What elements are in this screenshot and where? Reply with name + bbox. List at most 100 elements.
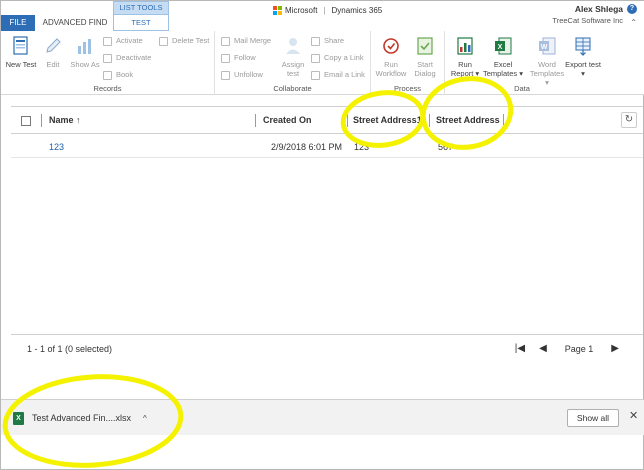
new-test-button[interactable]: New Test xyxy=(3,35,39,69)
brand-separator: | xyxy=(323,5,326,15)
excel-file-icon: X xyxy=(13,411,24,425)
mail-merge-icon xyxy=(221,36,230,46)
ribbon-group-label-data: Data xyxy=(514,84,530,93)
ribbon-group-label-process: Process xyxy=(393,84,422,93)
book-button[interactable]: Book xyxy=(103,69,133,81)
column-separator xyxy=(255,114,256,127)
first-page-icon[interactable]: |◀ xyxy=(515,335,525,363)
export-icon xyxy=(573,35,593,57)
excel-icon: X xyxy=(493,35,513,57)
tab-advanced-find[interactable]: ADVANCED FIND xyxy=(39,15,111,31)
grid-header: Name ↑ Created On Street Address1 Street… xyxy=(11,106,643,134)
grid-footer: 1 - 1 of 1 (0 selected) |◀ ◀ Page 1 ▶ xyxy=(11,334,643,362)
run-workflow-button[interactable]: Run Workflow xyxy=(373,35,409,78)
record-count: 1 - 1 of 1 (0 selected) xyxy=(27,344,113,354)
download-item[interactable]: X Test Advanced Fin....xlsx ^ xyxy=(13,410,147,426)
microsoft-logo-icon xyxy=(273,5,282,15)
ribbon-group-records: New Test Edit Show As Activate Deactivat… xyxy=(1,31,215,95)
ribbon-group-data: Run Report ▾ X Excel Templates ▾ W Word … xyxy=(445,31,601,95)
share-icon xyxy=(311,36,320,46)
user-name: Alex Shlega xyxy=(574,4,623,14)
tab-file[interactable]: FILE xyxy=(1,15,35,31)
svg-text:W: W xyxy=(541,44,548,51)
assign-user-icon xyxy=(283,35,303,57)
page-number: Page 1 xyxy=(564,344,594,354)
column-separator xyxy=(347,114,348,127)
dialog-icon xyxy=(415,35,435,57)
dropdown-caret-icon: ▾ xyxy=(473,69,480,78)
ribbon-group-process: Run Workflow Start Dialog Process xyxy=(371,31,445,95)
column-header-street-address1[interactable]: Street Address1 xyxy=(353,107,422,133)
unfollow-icon xyxy=(221,70,230,80)
deactivate-button[interactable]: Deactivate xyxy=(103,52,151,64)
table-row[interactable]: 123 2/9/2018 6:01 PM 123 567 xyxy=(11,136,643,158)
chart-icon xyxy=(75,35,95,57)
collapse-ribbon-icon[interactable]: ⌃ xyxy=(630,18,637,27)
dropdown-caret-icon: ▾ xyxy=(517,69,524,78)
run-report-button[interactable]: Run Report ▾ xyxy=(447,35,483,78)
brand: Microsoft | Dynamics 365 xyxy=(273,3,382,17)
app-window: FILE ADVANCED FIND LIST TOOLS TEST Micro… xyxy=(0,0,644,470)
download-filename: Test Advanced Fin....xlsx xyxy=(32,413,132,423)
column-header-created-on[interactable]: Created On xyxy=(263,107,312,133)
email-link-button[interactable]: Email a Link xyxy=(311,69,365,81)
new-record-icon xyxy=(11,35,31,57)
word-templates-button[interactable]: W Word Templates ▾ xyxy=(527,35,567,87)
user-org: TreeCat Software Inc xyxy=(552,16,623,25)
close-icon[interactable]: ✕ xyxy=(629,409,638,422)
ribbon-group-label-records: Records xyxy=(93,84,122,93)
brand-company: Microsoft xyxy=(285,5,318,15)
cell-street-address1: 123 xyxy=(354,142,370,152)
show-as-button[interactable]: Show As xyxy=(67,35,103,69)
report-icon xyxy=(455,35,475,57)
assign-test-button[interactable]: Assign test xyxy=(275,35,311,78)
list-tools-context: LIST TOOLS TEST xyxy=(113,1,169,31)
export-test-button[interactable]: Export test ▾ xyxy=(565,35,601,78)
svg-text:X: X xyxy=(498,44,503,51)
pager: |◀ ◀ Page 1 ▶ xyxy=(515,335,619,363)
check-icon xyxy=(103,36,112,46)
user-info[interactable]: Alex Shlega TreeCat Software Inc xyxy=(552,4,623,25)
ribbon: New Test Edit Show As Activate Deactivat… xyxy=(1,31,644,95)
deactivate-icon xyxy=(103,53,112,63)
select-all-checkbox[interactable] xyxy=(21,116,31,126)
start-dialog-button[interactable]: Start Dialog xyxy=(407,35,443,78)
brand-product: Dynamics 365 xyxy=(331,5,383,15)
delete-icon xyxy=(159,36,168,46)
next-page-icon[interactable]: ▶ xyxy=(611,335,619,363)
column-separator xyxy=(41,114,42,127)
cell-street-address: 567 xyxy=(438,142,454,152)
tab-test[interactable]: TEST xyxy=(113,15,169,31)
excel-templates-button[interactable]: X Excel Templates ▾ xyxy=(481,35,525,78)
dropdown-caret-icon: ▾ xyxy=(581,69,585,78)
column-header-street-address[interactable]: Street Address xyxy=(436,107,500,133)
column-header-name[interactable]: Name ↑ xyxy=(49,107,81,133)
share-button[interactable]: Share xyxy=(311,35,344,47)
cell-created-on: 2/9/2018 6:01 PM xyxy=(271,142,343,152)
list-tools-label: LIST TOOLS xyxy=(113,1,169,15)
column-separator xyxy=(503,114,504,127)
cell-name[interactable]: 123 xyxy=(49,136,64,158)
word-icon: W xyxy=(537,35,557,57)
activate-button[interactable]: Activate xyxy=(103,35,143,47)
mail-merge-button[interactable]: Mail Merge xyxy=(221,35,271,47)
edit-button[interactable]: Edit xyxy=(35,35,71,69)
show-all-button[interactable]: Show all xyxy=(567,409,619,427)
edit-pencil-icon xyxy=(43,35,63,57)
copy-link-button[interactable]: Copy a Link xyxy=(311,52,364,64)
help-icon[interactable]: ? xyxy=(627,4,637,14)
refresh-icon[interactable]: ↻ xyxy=(621,112,637,128)
ribbon-group-collaborate: Mail Merge Follow Unfollow Assign test S… xyxy=(215,31,371,95)
workflow-icon xyxy=(381,35,401,57)
copy-link-icon xyxy=(311,53,320,63)
previous-page-icon[interactable]: ◀ xyxy=(539,335,547,363)
ribbon-group-label-collaborate: Collaborate xyxy=(273,84,312,93)
download-bar: X Test Advanced Fin....xlsx ^ Show all ✕ xyxy=(1,399,644,435)
book-icon xyxy=(103,70,112,80)
follow-button[interactable]: Follow xyxy=(221,52,256,64)
column-separator xyxy=(429,114,430,127)
chevron-up-icon[interactable]: ^ xyxy=(143,414,147,423)
delete-test-button[interactable]: Delete Test xyxy=(159,35,209,47)
follow-icon xyxy=(221,53,230,63)
unfollow-button[interactable]: Unfollow xyxy=(221,69,263,81)
